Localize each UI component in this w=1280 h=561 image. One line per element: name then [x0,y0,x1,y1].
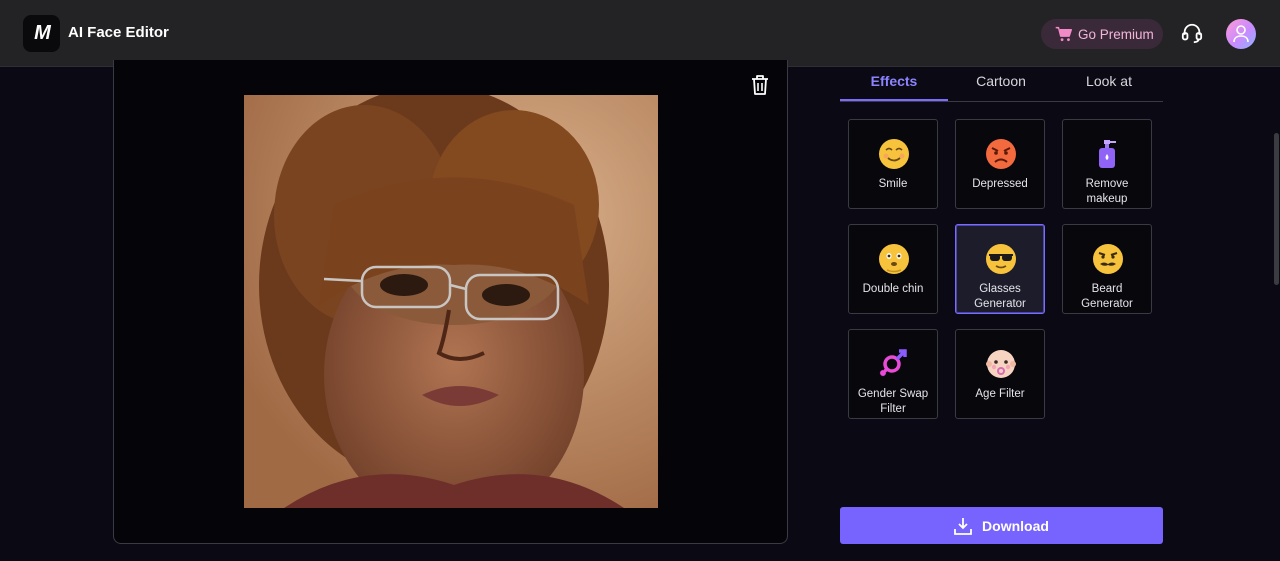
effect-label-line: Generator [974,298,1026,310]
download-label: Download [982,517,1049,534]
effect-double-chin[interactable]: Double chin [848,224,938,314]
baby-face-icon [986,350,1016,378]
effect-label: Age Filter [975,388,1025,400]
sunglasses-emoji-icon [986,244,1016,274]
tab-effects[interactable]: Effects [840,73,948,89]
go-premium-label: Go Premium [1078,26,1154,42]
effect-label: Remove makeup [1063,177,1151,207]
active-tab-indicator [840,99,948,101]
effect-label-line: makeup [1086,193,1128,205]
effect-label: Depressed [972,178,1028,190]
user-icon [1233,25,1249,43]
angry-emoji-icon [986,139,1016,169]
gender-symbol-icon [879,349,907,377]
logo-letter: M [34,22,51,44]
double-chin-emoji-icon [879,244,909,274]
top-header: M AI Face Editor Go Premium [0,0,1280,67]
cart-icon [1055,26,1072,42]
effect-remove-makeup[interactable]: Remove makeup [1062,119,1152,209]
effect-label: Glasses Generator [956,282,1044,312]
headset-support-icon[interactable] [1181,22,1203,44]
effect-tabs: Effects Cartoon Look at [840,68,1163,102]
scrollbar-thumb[interactable] [1274,133,1279,285]
effect-label: Double chin [862,283,924,295]
effect-label-line: Generator [1081,298,1133,310]
app-logo[interactable]: M [23,15,60,52]
effect-label-line: Gender Swap [857,388,929,400]
app-title: AI Face Editor [68,24,169,41]
download-button[interactable]: Download [840,507,1163,544]
effect-age-filter[interactable]: Age Filter [955,329,1045,419]
effect-label: Beard Generator [1063,282,1151,312]
portrait-image [244,95,658,508]
user-avatar[interactable] [1226,19,1256,49]
effect-glasses-generator[interactable]: Glasses Generator [955,224,1045,314]
trash-icon[interactable] [750,74,770,96]
effect-label: Gender Swap Filter [849,387,937,417]
effect-beard-generator[interactable]: Beard Generator [1062,224,1152,314]
go-premium-button[interactable]: Go Premium [1041,19,1163,49]
effect-label-line: Beard [1091,283,1123,295]
effect-label-line: Glasses [979,283,1021,295]
effect-label-line: Filter [880,403,906,415]
effect-gender-swap-filter[interactable]: Gender Swap Filter [848,329,938,419]
tab-cartoon[interactable]: Cartoon [947,73,1055,89]
effect-depressed[interactable]: Depressed [955,119,1045,209]
effect-label-line: Remove [1085,178,1129,190]
beard-emoji-icon [1093,244,1123,274]
effect-smile[interactable]: Smile [848,119,938,209]
tab-look-at[interactable]: Look at [1055,73,1163,89]
pump-bottle-icon [1099,140,1116,168]
effect-label: Smile [878,178,908,190]
uploaded-face-photo [244,95,658,508]
smile-emoji-icon [879,139,909,169]
download-icon [954,517,972,535]
